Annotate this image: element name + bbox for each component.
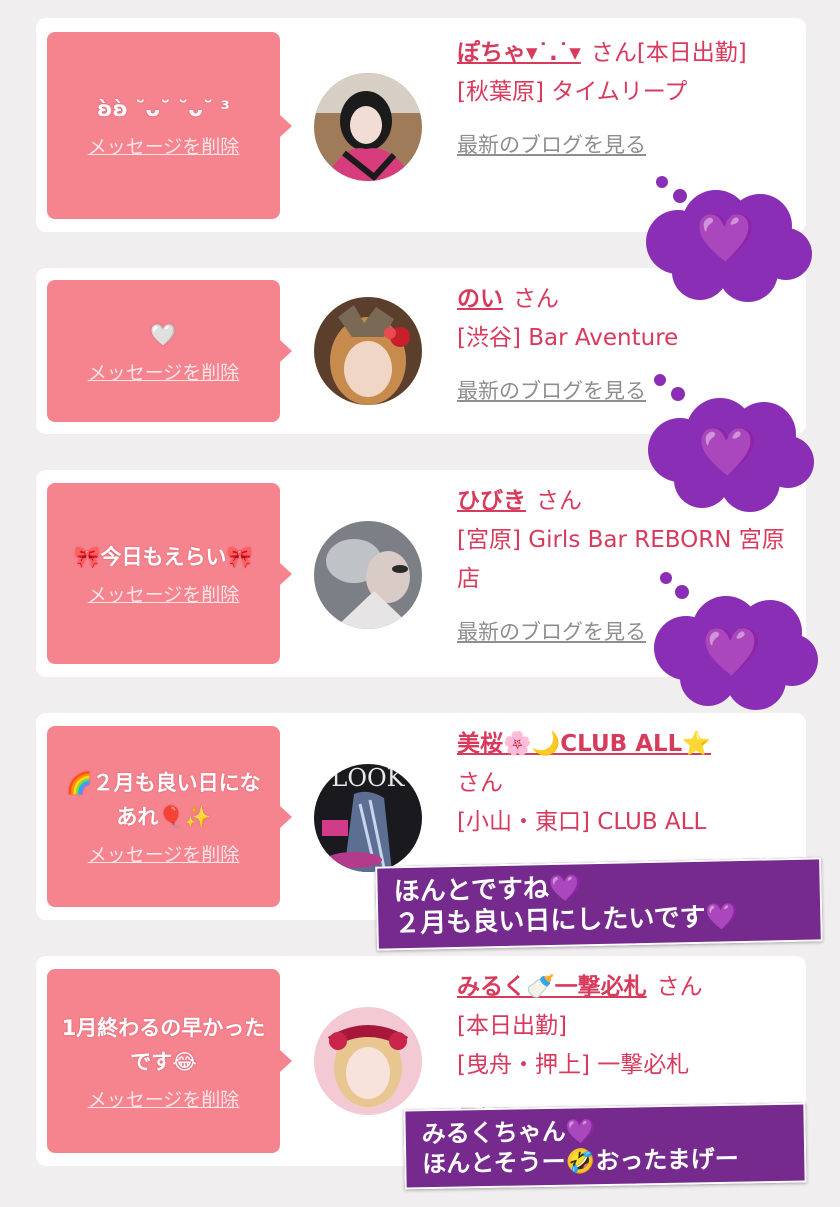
thought-cloud-sticker: 💜 <box>646 572 818 712</box>
message-text: ʚ̀ʚ̀ ˘ᴗ˘ ˘ᴗ˘ ³ <box>97 97 230 121</box>
cast-name-link[interactable]: のい <box>457 286 503 312</box>
shop-location: [小山・東口] CLUB ALL <box>457 809 707 835</box>
reply-caption: ほんとですね💜 ２月も良い日にしたいです💜 <box>375 857 823 951</box>
shop-location: [曳舟・押上] 一撃必札 <box>457 1052 690 1078</box>
shop-location: [秋葉原] タイムリープ <box>457 79 688 105</box>
reply-caption: みるくちゃん💜 ほんとそうー🤣おったまげー <box>403 1102 807 1190</box>
honorific: さん <box>457 770 503 796</box>
heart-icon: 💜 <box>698 424 758 480</box>
message-bubble: 1月終わるの早かったです😂 メッセージを削除 <box>47 969 292 1153</box>
avatar-text: LOOK <box>331 764 405 792</box>
cast-name-link[interactable]: ぽちゃ▾˙.˙▾ <box>457 40 581 66</box>
delete-message-link[interactable]: メッセージを削除 <box>88 840 240 867</box>
delete-message-link[interactable]: メッセージを削除 <box>88 132 240 159</box>
honorific: さん <box>590 40 637 66</box>
avatar[interactable] <box>314 1007 422 1115</box>
caption-line: ほんとそうー🤣おったまげー <box>422 1143 739 1179</box>
cast-name-link[interactable]: ひびき <box>457 488 526 514</box>
message-bubble: 🎀今日もえらい🎀 メッセージを削除 <box>47 483 292 664</box>
honorific: さん <box>656 974 703 1000</box>
avatar[interactable] <box>314 73 422 181</box>
honorific: さん <box>513 286 559 312</box>
heart-icon: 💜 <box>702 624 762 680</box>
delete-message-link[interactable]: メッセージを削除 <box>88 580 240 607</box>
latest-blog-link[interactable]: 最新のブログを見る <box>457 613 646 652</box>
avatar[interactable]: LOOK <box>314 764 422 872</box>
cast-info: ぽちゃ▾˙.˙▾ さん[本日出勤] [秋葉原] タイムリープ 最新のブログを見る <box>457 34 792 165</box>
message-text: 🎀今日もえらい🎀 <box>74 545 253 569</box>
delete-message-link[interactable]: メッセージを削除 <box>88 358 240 385</box>
shop-location: [渋谷] Bar Aventure <box>457 325 679 351</box>
latest-blog-link[interactable]: 最新のブログを見る <box>457 372 646 411</box>
delete-message-link[interactable]: メッセージを削除 <box>88 1085 240 1112</box>
work-status: [本日出勤] <box>457 1013 567 1039</box>
latest-blog-link[interactable]: 最新のブログを見る <box>457 126 646 165</box>
message-bubble: ʚ̀ʚ̀ ˘ᴗ˘ ˘ᴗ˘ ³ メッセージを削除 <box>47 32 292 219</box>
cast-name-link[interactable]: 美桜🌸🌙CLUB ALL⭐ <box>457 731 711 757</box>
message-bubble: 🤍 メッセージを削除 <box>47 280 292 422</box>
work-status: [本日出勤] <box>636 40 747 66</box>
message-text: 1月終わるの早かったです😂 <box>61 1015 266 1074</box>
message-text: 🤍 <box>150 322 177 347</box>
message-text: 🌈２月も良い日になあれ🎈✨ <box>66 771 261 829</box>
heart-icon: 💜 <box>696 210 756 266</box>
honorific: さん <box>536 488 582 514</box>
cast-name-link[interactable]: みるく🍼一撃必札 <box>457 974 647 1000</box>
thought-cloud-sticker: 💜 <box>638 172 814 306</box>
thought-cloud-sticker: 💜 <box>640 374 814 514</box>
message-bubble: 🌈２月も良い日になあれ🎈✨ メッセージを削除 <box>47 726 292 907</box>
avatar[interactable] <box>314 521 422 629</box>
avatar[interactable] <box>314 297 422 405</box>
